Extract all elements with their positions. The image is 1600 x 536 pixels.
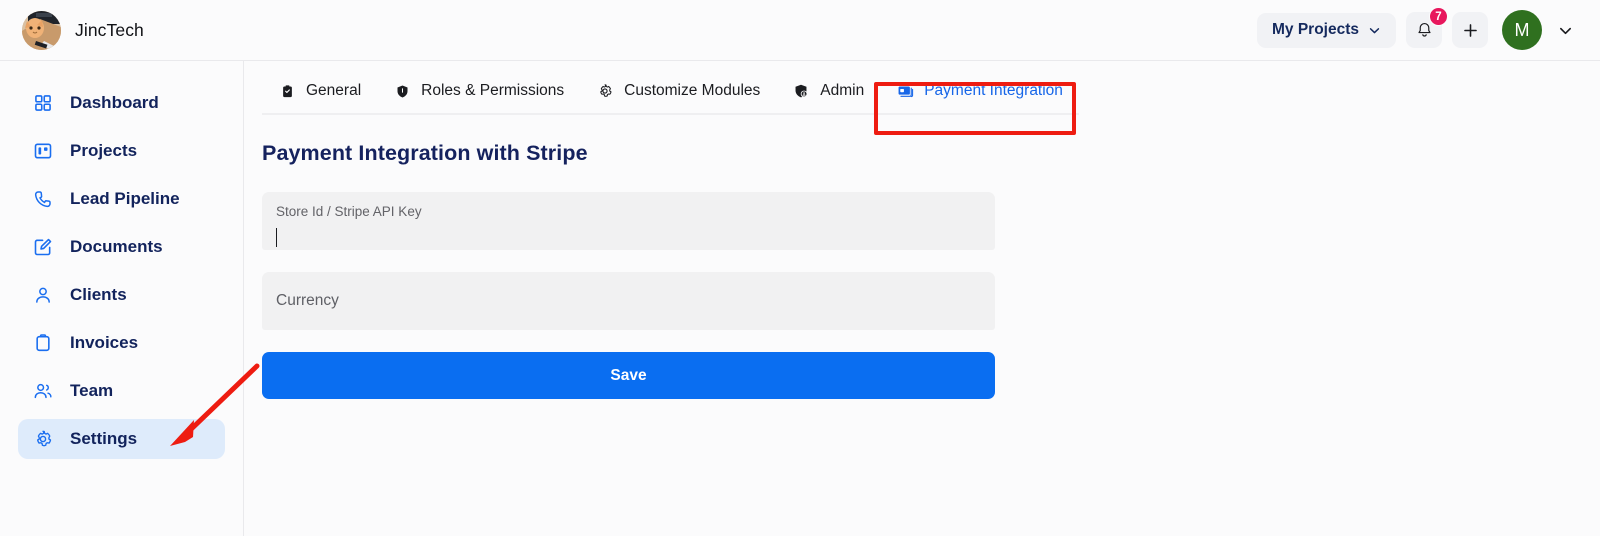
brand[interactable]: JincTech xyxy=(22,10,144,50)
bell-icon xyxy=(1417,22,1431,37)
shield-filled-icon xyxy=(393,82,411,100)
text-cursor xyxy=(276,227,277,247)
chevron-down-icon xyxy=(1369,27,1380,33)
sidebar-item-label: Dashboard xyxy=(70,93,159,112)
grid-dashboard-icon xyxy=(32,92,54,114)
my-projects-label: My Projects xyxy=(1271,21,1359,38)
sidebar-item-dashboard[interactable]: Dashboard xyxy=(18,83,225,123)
sidebar-item-label: Clients xyxy=(70,285,127,304)
currency-field[interactable]: Currency xyxy=(262,272,995,330)
gear-icon xyxy=(32,428,54,450)
kanban-board-icon xyxy=(32,140,54,162)
page-title: Payment Integration with Stripe xyxy=(262,141,588,165)
notifications-button[interactable]: 7 xyxy=(1406,7,1448,48)
credit-card-icon xyxy=(896,82,914,100)
plus-icon xyxy=(1463,23,1477,37)
main-content: General Roles & Permissions Customize Mo… xyxy=(244,61,1600,536)
sidebar-item-label: Documents xyxy=(70,237,163,256)
add-button[interactable] xyxy=(1452,12,1488,48)
tab-label: Admin xyxy=(820,82,865,99)
users-group-icon xyxy=(32,380,54,402)
tab-label: Roles & Permissions xyxy=(421,82,565,99)
sidebar-item-documents[interactable]: Documents xyxy=(18,227,225,267)
tab-label: Customize Modules xyxy=(624,82,761,99)
sidebar-item-clients[interactable]: Clients xyxy=(18,275,225,315)
tab-roles-permissions[interactable]: Roles & Permissions xyxy=(377,82,581,115)
sidebar-item-label: Team xyxy=(70,381,114,400)
sidebar-item-label: Settings xyxy=(70,429,138,448)
sidebar-item-projects[interactable]: Projects xyxy=(18,131,225,171)
gear-icon xyxy=(596,82,614,100)
tab-label: General xyxy=(306,82,362,99)
top-header: JincTech My Projects 7 M xyxy=(0,0,1600,61)
user-icon xyxy=(32,284,54,306)
user-avatar[interactable]: M xyxy=(1502,10,1542,50)
clipboard-filled-icon xyxy=(278,82,296,100)
tab-admin[interactable]: Admin xyxy=(776,82,881,115)
user-menu-button[interactable] xyxy=(1552,15,1578,45)
settings-tabs: General Roles & Permissions Customize Mo… xyxy=(244,61,1600,115)
payment-integration-panel: Payment Integration with Stripe Store Id… xyxy=(244,115,1600,399)
tab-label: Payment Integration xyxy=(924,82,1063,99)
sidebar-item-label: Invoices xyxy=(70,333,139,352)
save-button[interactable]: Save xyxy=(262,352,995,399)
api-key-field[interactable]: Store Id / Stripe API Key xyxy=(262,192,995,250)
currency-field-placeholder: Currency xyxy=(276,292,339,309)
clipboard-icon xyxy=(32,332,54,354)
sidebar-item-settings[interactable]: Settings xyxy=(18,419,225,459)
tab-customize-modules[interactable]: Customize Modules xyxy=(580,82,777,115)
header-actions: My Projects 7 M xyxy=(1256,7,1578,50)
notification-count-badge: 7 xyxy=(1429,7,1448,26)
brand-name: JincTech xyxy=(75,19,144,40)
admin-badge-icon xyxy=(792,82,810,100)
sidebar-item-lead-pipeline[interactable]: Lead Pipeline xyxy=(18,179,225,219)
sidebar-item-label: Lead Pipeline xyxy=(70,189,180,208)
cat-photo-avatar xyxy=(22,10,61,50)
chevron-down-icon xyxy=(1559,27,1571,34)
sidebar-item-team[interactable]: Team xyxy=(18,371,225,411)
tab-payment-integration[interactable]: Payment Integration xyxy=(880,82,1079,115)
sidebar-item-invoices[interactable]: Invoices xyxy=(18,323,225,363)
my-projects-selector[interactable]: My Projects xyxy=(1256,12,1396,48)
sidebar-nav: Dashboard Projects Lead Pipeline Documen… xyxy=(0,61,244,536)
app-root: JincTech My Projects 7 M Dashboard Proje… xyxy=(0,0,1600,536)
tab-general[interactable]: General xyxy=(262,82,378,115)
brand-logo-avatar xyxy=(22,10,61,50)
sidebar-item-label: Projects xyxy=(70,141,138,160)
edit-document-icon xyxy=(32,236,54,258)
api-key-field-label: Store Id / Stripe API Key xyxy=(276,204,422,219)
phone-icon xyxy=(32,188,54,210)
